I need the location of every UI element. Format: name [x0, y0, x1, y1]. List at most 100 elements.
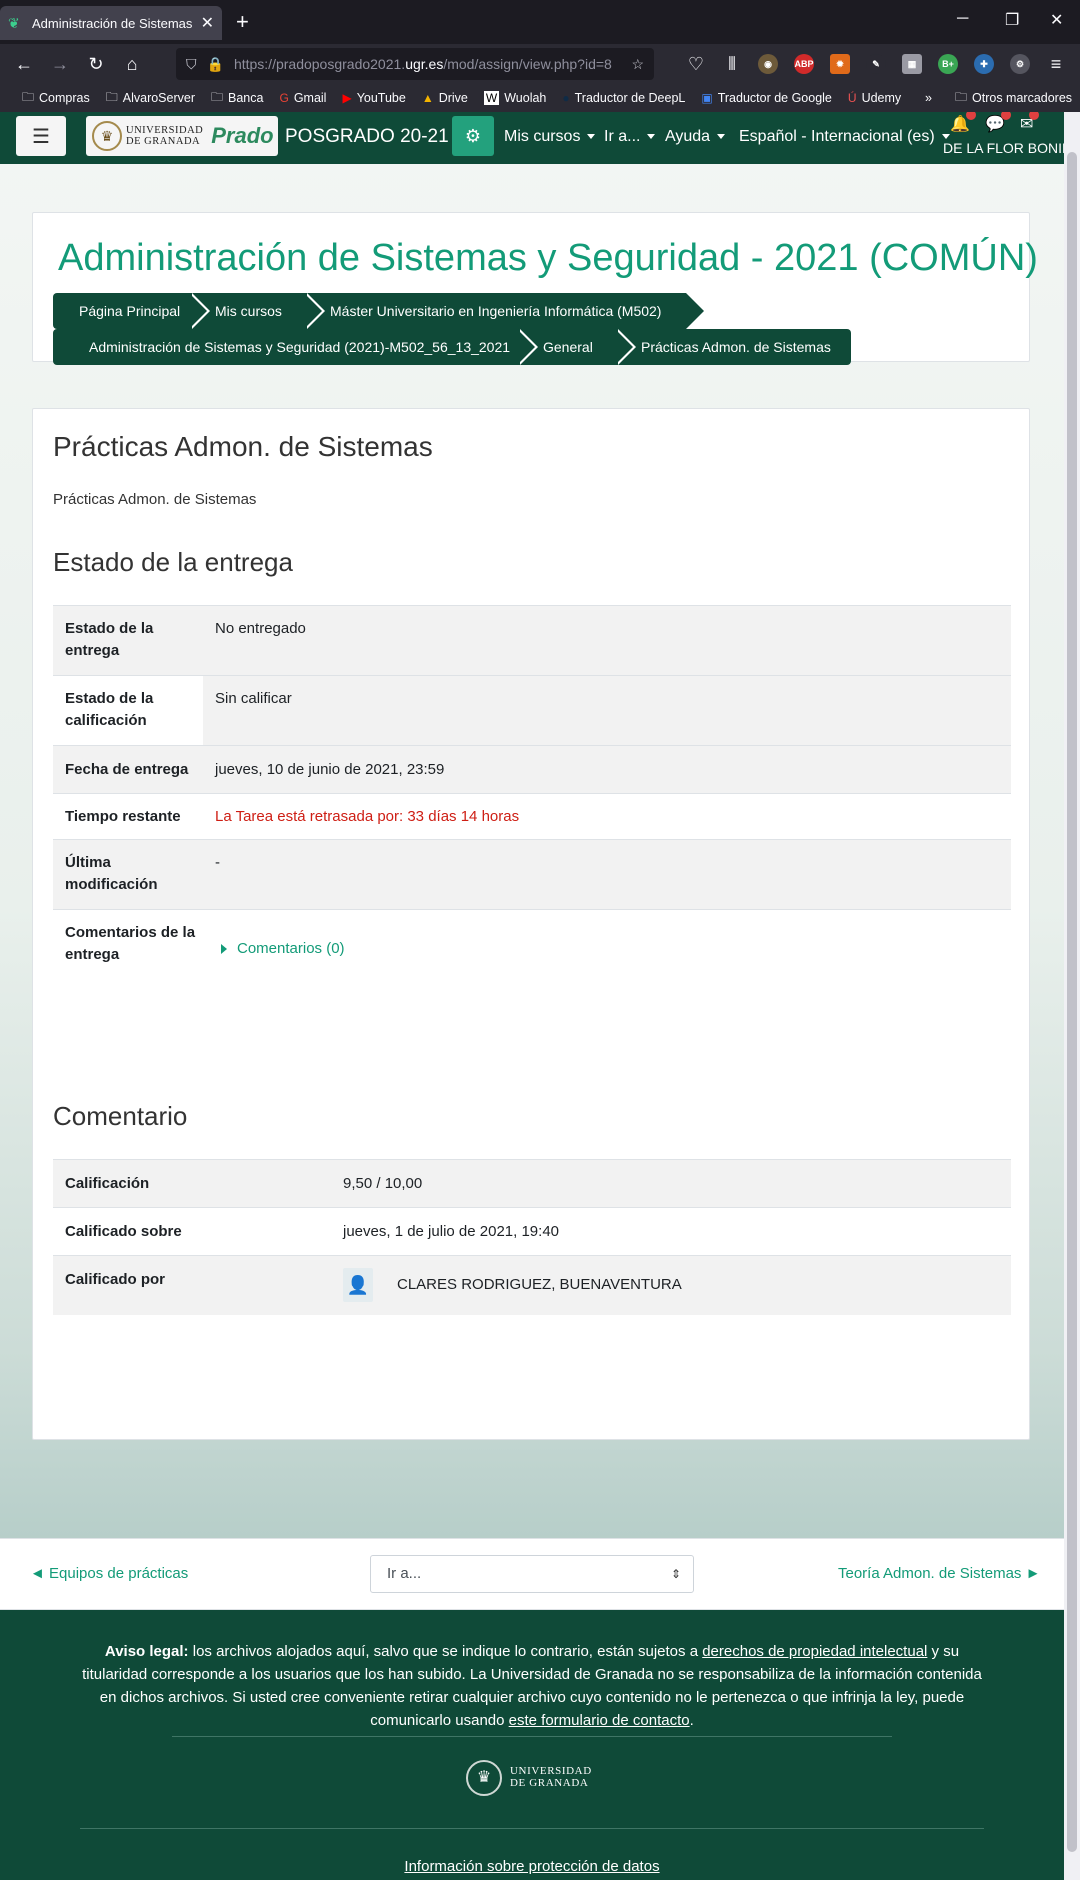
extension-icon[interactable]: ✎	[866, 54, 886, 74]
extensions-puzzle-icon[interactable]: ⚙	[1010, 54, 1030, 74]
assignment-card: Prácticas Admon. de Sistemas Prácticas A…	[32, 408, 1030, 1440]
row-label: Estado de la entrega	[65, 620, 154, 659]
activity-navigation: ◄ Equipos de prácticas Ir a... ⇕ Teoría …	[0, 1538, 1064, 1610]
folder-icon: 🗀	[211, 89, 224, 104]
bookmark-udemy[interactable]: Ú Udemy	[848, 91, 901, 105]
bookmark-deepl[interactable]: ● Traductor de DeepL	[562, 91, 685, 105]
breadcrumb-master[interactable]: Máster Universitario en Ingeniería Infor…	[304, 293, 707, 329]
bookmark-star-icon[interactable]: ☆	[631, 56, 644, 73]
browser-tabbar: ❦ Administración de Sistemas y Segu... ✕…	[0, 0, 1080, 44]
table-row: Estado de la entrega No entregado	[53, 605, 1011, 675]
next-activity-link[interactable]: Teoría Admon. de Sistemas ►	[838, 1565, 1040, 1582]
messages-icon[interactable]: 💬	[985, 112, 1011, 134]
footer-divider	[172, 1736, 892, 1737]
extension-icon[interactable]: ◉	[758, 54, 778, 74]
url-text[interactable]: https://pradoposgrado2021.ugr.es/mod/ass…	[234, 56, 622, 72]
footer-logo-text[interactable]: UNIVERSIDAD DE GRANADA	[510, 1765, 592, 1789]
time-remaining-value: La Tarea está retrasada por: 33 días 14 …	[215, 808, 520, 825]
page-content: ☰ ♛ UNIVERSIDAD DE GRANADA Prado POSGRADO…	[0, 112, 1064, 1880]
breadcrumb-course[interactable]: Administración de Sistemas y Seguridad (…	[53, 329, 538, 365]
contact-form-link[interactable]: este formulario de contacto	[509, 1712, 690, 1729]
notifications-bell-icon[interactable]: 🔔	[950, 112, 976, 134]
bookmarks-bar: 🗀 Compras 🗀 AlvaroServer 🗀 Banca G Gmail ▶ Yo…	[0, 84, 1080, 112]
adblock-icon[interactable]: ABP	[794, 54, 814, 74]
mail-icon[interactable]: ✉	[1020, 112, 1040, 134]
cogs-button[interactable]: ⚙	[452, 116, 494, 156]
bookmark-other[interactable]: 🗀 Otros marcadores	[955, 88, 1072, 109]
intellectual-property-link[interactable]: derechos de propiedad intelectual	[702, 1643, 927, 1660]
pocket-icon[interactable]: ♡	[684, 52, 708, 76]
user-menu[interactable]: DE LA FLOR BONIL	[943, 140, 1064, 156]
site-name[interactable]: POSGRADO 20-21	[285, 126, 449, 148]
google-icon: G	[279, 91, 289, 105]
wuolah-icon: W	[483, 91, 500, 105]
close-tab-icon[interactable]: ✕	[201, 13, 214, 33]
bookmark-gmail[interactable]: G Gmail	[279, 91, 326, 105]
lock-icon[interactable]: 🔒	[207, 56, 224, 73]
bookmark-compras[interactable]: 🗀 Compras	[22, 88, 90, 109]
extension-icon[interactable]: ✚	[974, 54, 994, 74]
reload-icon[interactable]: ↻	[84, 52, 108, 76]
library-icon[interactable]: ⫴	[720, 52, 744, 76]
jump-to-select[interactable]: Ir a... ⇕	[370, 1555, 694, 1593]
grader-avatar[interactable]: 👤	[343, 1268, 373, 1302]
bookmark-banca[interactable]: 🗀 Banca	[211, 88, 263, 109]
assignment-description: Prácticas Admon. de Sistemas	[53, 491, 257, 508]
page-scrollbar[interactable]	[1064, 112, 1080, 1880]
new-tab-icon[interactable]: +	[236, 10, 249, 34]
drawer-toggle-button[interactable]: ☰	[16, 116, 66, 156]
bookmark-google-translate[interactable]: ▣ Traductor de Google	[701, 91, 832, 105]
bookmark-youtube[interactable]: ▶ YouTube	[342, 91, 405, 105]
bookmark-drive[interactable]: ▲ Drive	[422, 91, 468, 105]
extension-icon[interactable]: B+	[938, 54, 958, 74]
udemy-icon: Ú	[847, 91, 857, 105]
deepl-icon: ●	[562, 91, 570, 105]
extension-icon[interactable]: ✹	[830, 54, 850, 74]
folder-icon: 🗀	[105, 89, 118, 104]
back-icon[interactable]: ←	[12, 52, 36, 76]
browser-tab[interactable]: ❦ Administración de Sistemas y Segu... ✕	[0, 6, 222, 40]
menu-icon[interactable]: ≡	[1044, 52, 1068, 76]
site-logo[interactable]: ♛ UNIVERSIDAD DE GRANADA Prado	[86, 116, 278, 156]
footer-divider	[80, 1828, 984, 1829]
breadcrumb-home[interactable]: Página Principal	[53, 293, 210, 329]
graded-on-value: jueves, 1 de julio de 2021, 19:40	[343, 1223, 559, 1240]
privacy-link[interactable]: Información sobre protección de datos	[0, 1858, 1064, 1875]
bookmark-alvaroserver[interactable]: 🗀 AlvaroServer	[106, 88, 195, 109]
page-header-card: Administración de Sistemas y Seguridad -…	[32, 212, 1038, 365]
comments-toggle-link[interactable]: Comentarios (0)	[221, 938, 345, 960]
forward-icon[interactable]: →	[48, 52, 72, 76]
restore-icon[interactable]: ❐	[1005, 10, 1019, 30]
ir-a-menu[interactable]: Ir a...	[604, 128, 655, 146]
course-title: Administración de Sistemas y Seguridad -…	[58, 237, 1038, 279]
mis-cursos-menu[interactable]: Mis cursos	[504, 128, 595, 146]
prev-activity-link[interactable]: ◄ Equipos de prácticas	[30, 1565, 188, 1582]
table-row: Comentarios de la entrega Comentarios (0)	[53, 909, 1011, 979]
select-arrows-icon: ⇕	[670, 1567, 681, 1581]
legal-notice: Aviso legal: los archivos alojados aquí,…	[82, 1643, 982, 1729]
bookmark-wuolah[interactable]: W Wuolah	[483, 91, 546, 105]
ayuda-menu[interactable]: Ayuda	[665, 128, 725, 146]
translate-icon: ▣	[701, 91, 713, 105]
minimize-icon[interactable]: ─	[957, 10, 968, 28]
table-row: Última modificación -	[53, 839, 1011, 909]
submission-status-value: No entregado	[215, 620, 306, 637]
home-icon[interactable]: ⌂	[120, 52, 144, 76]
message-badge	[1000, 112, 1011, 120]
shield-icon[interactable]: ⛉	[186, 56, 197, 73]
url-bar[interactable]: ⛉ 🔒 https://pradoposgrado2021.ugr.es/mod…	[176, 48, 654, 80]
close-window-icon[interactable]: ✕	[1050, 10, 1063, 30]
table-row: Tiempo restante La Tarea está retrasada …	[53, 793, 1011, 839]
last-modified-value: -	[215, 854, 220, 871]
row-label: Comentarios de la entrega	[65, 924, 196, 963]
scrollbar-thumb[interactable]	[1067, 152, 1077, 1852]
graded-by-value[interactable]: CLARES RODRIGUEZ, BUENAVENTURA	[397, 1274, 682, 1296]
more-bookmarks-icon[interactable]: »	[925, 91, 932, 105]
assignment-title: Prácticas Admon. de Sistemas	[53, 431, 433, 462]
language-menu[interactable]: Español - Internacional (es)	[739, 128, 950, 146]
row-label: Calificado sobre	[65, 1223, 182, 1240]
extension-icon[interactable]: ▦	[902, 54, 922, 74]
breadcrumb-current[interactable]: Prácticas Admon. de Sistemas	[615, 329, 851, 365]
table-row: Fecha de entrega jueves, 10 de junio de …	[53, 745, 1011, 793]
hamburger-icon: ☰	[32, 125, 50, 148]
